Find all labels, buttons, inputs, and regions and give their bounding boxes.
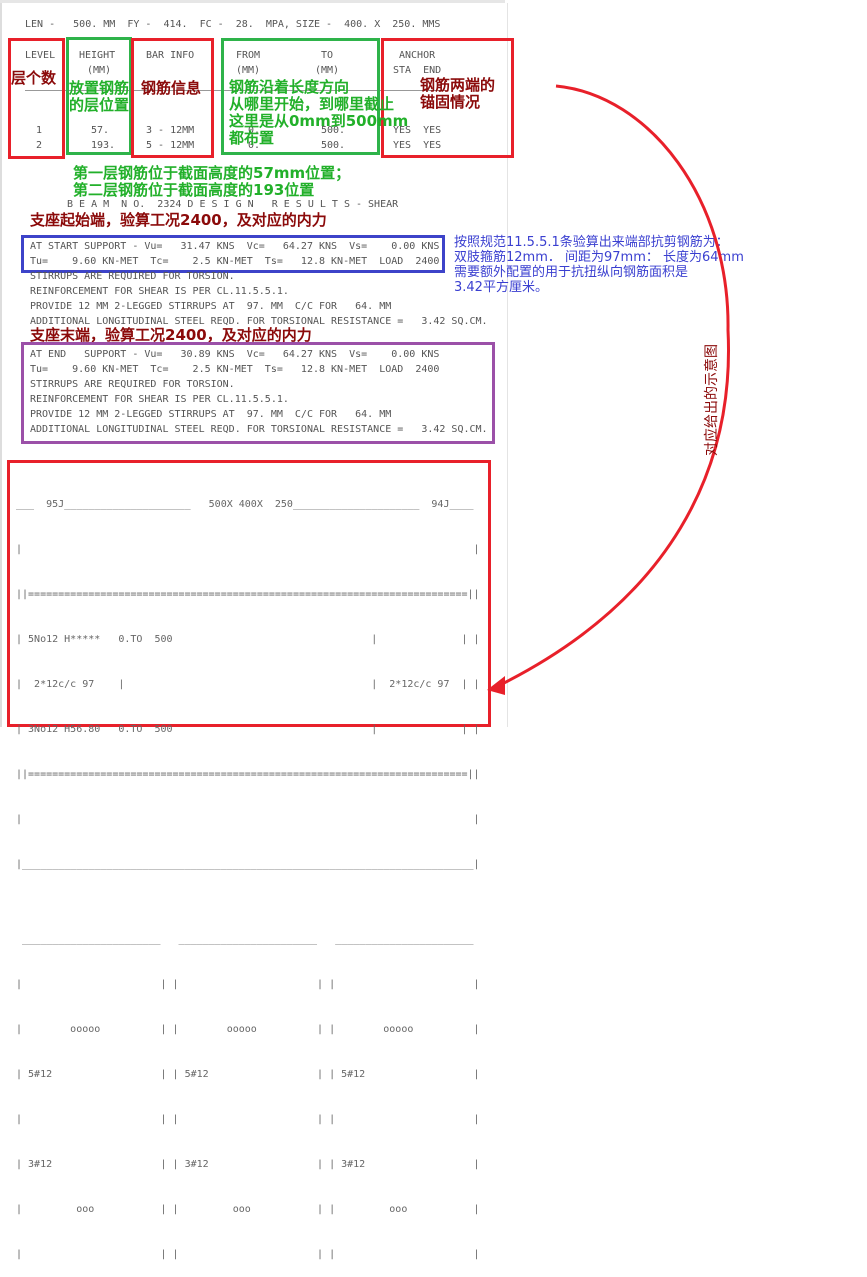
diagram-line: | | | | | | bbox=[16, 1114, 480, 1125]
curved-arrow bbox=[487, 84, 731, 695]
diagram-line: | ooooo | | ooooo | | ooooo | bbox=[16, 1024, 480, 1035]
diagram-line: | | bbox=[16, 814, 480, 825]
diagram-line: | 3#12 | | 3#12 | | 3#12 | bbox=[16, 1159, 480, 1170]
diagram-line: | 5#12 | | 5#12 | | 5#12 | bbox=[16, 1069, 480, 1080]
diagram-line: |_______________________________________… bbox=[16, 859, 480, 870]
arrow-head-icon bbox=[487, 676, 505, 695]
diagram-annotation: 对应给出的示意图 bbox=[704, 344, 720, 456]
diagram-line: | | | | | | bbox=[16, 979, 480, 990]
diagram-line: _______________________ ________________… bbox=[16, 934, 474, 945]
diagram-line: | | | | | | bbox=[16, 1249, 480, 1260]
arrow-curve bbox=[499, 84, 731, 687]
diagram-line: | ooo | | ooo | | ooo | bbox=[16, 1204, 480, 1215]
diagram-line: ||======================================… bbox=[16, 769, 480, 780]
